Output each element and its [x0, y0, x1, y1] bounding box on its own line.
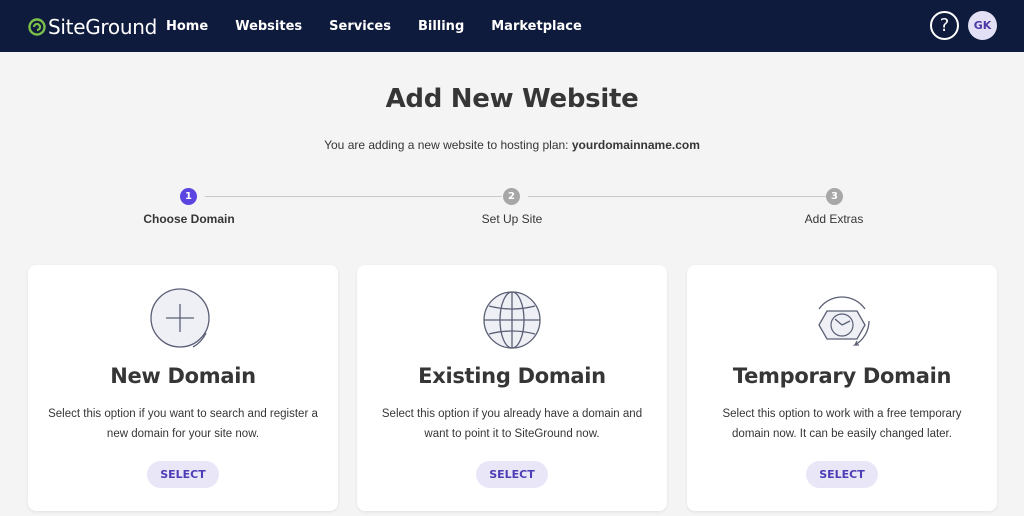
card-description-line: domain now. It can be easily changed lat…: [732, 428, 952, 440]
card-description-line: Select this option if you already have a…: [381, 408, 643, 420]
card-description: Select this option to work with a free t…: [707, 404, 977, 444]
step-connector-2-3: [528, 196, 826, 197]
card-title: Existing Domain: [418, 364, 606, 388]
user-avatar[interactable]: GK: [968, 11, 997, 40]
nav-home[interactable]: Home: [166, 19, 208, 34]
hosting-plan-subtitle: You are adding a new website to hosting …: [0, 138, 1024, 152]
step-3-label: Add Extras: [804, 212, 864, 226]
card-description-line: Select this option if you want to search…: [48, 408, 318, 420]
siteground-logo[interactable]: SiteGround: [28, 13, 157, 41]
globe-icon: [357, 287, 667, 353]
select-new-domain-button[interactable]: SELECT: [147, 461, 219, 488]
nav-services[interactable]: Services: [329, 19, 391, 34]
card-description: Select this option if you want to search…: [48, 404, 318, 444]
step-connector-1-2: [205, 196, 502, 197]
siteground-logo-icon: [28, 18, 46, 36]
card-title: New Domain: [110, 364, 256, 388]
temporary-domain-card[interactable]: Temporary Domain Select this option to w…: [687, 265, 997, 511]
logo-text: SiteGround: [48, 15, 157, 39]
top-navigation-bar: SiteGround Home Websites Services Billin…: [0, 0, 1024, 52]
select-existing-domain-button[interactable]: SELECT: [476, 461, 548, 488]
nav-billing[interactable]: Billing: [418, 19, 464, 34]
step-3-indicator: 3: [826, 188, 843, 205]
card-description-line: want to point it to SiteGround now.: [424, 428, 600, 440]
plus-circle-icon: [28, 287, 338, 353]
new-domain-card[interactable]: New Domain Select this option if you wan…: [28, 265, 338, 511]
existing-domain-card[interactable]: Existing Domain Select this option if yo…: [357, 265, 667, 511]
step-1-indicator: 1: [180, 188, 197, 205]
card-title: Temporary Domain: [732, 364, 952, 388]
select-temporary-domain-button[interactable]: SELECT: [806, 461, 878, 488]
hosting-plan-domain: yourdomainname.com: [571, 138, 700, 152]
step-1-label: Choose Domain: [143, 212, 235, 226]
help-icon[interactable]: ?: [930, 11, 959, 40]
step-2-label: Set Up Site: [481, 212, 543, 226]
card-description-line: Select this option to work with a free t…: [722, 408, 962, 420]
step-2-indicator: 2: [503, 188, 520, 205]
page-title: Add New Website: [385, 84, 639, 114]
subtitle-prefix: You are adding a new website to hosting …: [324, 138, 569, 152]
nav-websites[interactable]: Websites: [235, 19, 302, 34]
card-description-line: new domain for your site now.: [106, 428, 260, 440]
clock-icon: [687, 287, 997, 353]
main-nav: Home Websites Services Billing Marketpla…: [166, 0, 609, 52]
card-description: Select this option if you already have a…: [377, 404, 647, 444]
nav-marketplace[interactable]: Marketplace: [491, 19, 582, 34]
